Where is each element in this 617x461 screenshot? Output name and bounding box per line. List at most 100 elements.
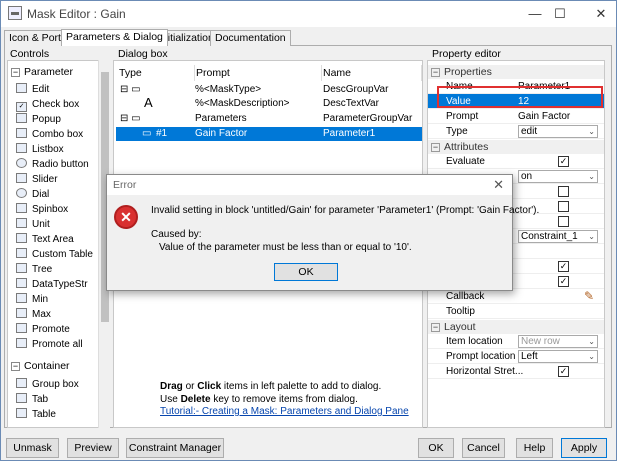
apply-button[interactable]: Apply: [561, 438, 607, 458]
constraint-select[interactable]: Constraint_1 ⌄: [518, 230, 598, 243]
collapse-icon[interactable]: −: [11, 68, 20, 77]
error-close-icon[interactable]: ✕: [493, 177, 504, 193]
type-select[interactable]: edit ⌄: [518, 125, 598, 138]
table-row[interactable]: A %<MaskDescription> DescTextVar: [116, 95, 422, 111]
group-box-icon: ⊟ ▭: [120, 84, 141, 95]
unit-icon: [16, 218, 27, 228]
text-icon: A: [144, 95, 153, 110]
palette-datatypestr[interactable]: DataTypeStr: [16, 278, 88, 292]
palette-radio-button[interactable]: Radio button: [16, 158, 89, 172]
palette-combo-box[interactable]: Combo box: [16, 128, 83, 142]
attr-checkbox[interactable]: [558, 186, 569, 197]
prompt-location-select[interactable]: Left ⌄: [518, 350, 598, 363]
maximize-button[interactable]: ☐: [546, 3, 574, 25]
palette-popup[interactable]: Popup: [16, 113, 61, 127]
attr-checkbox[interactable]: ✓: [558, 261, 569, 272]
pencil-icon[interactable]: ✎: [584, 289, 594, 304]
chevron-down-icon: ⌄: [588, 127, 595, 136]
group-container[interactable]: − Container: [11, 359, 70, 373]
table-row[interactable]: ⊟ ▭ %<MaskType> DescGroupVar: [116, 83, 422, 97]
tab-documentation[interactable]: Documentation: [210, 30, 291, 46]
error-dialog-title: Error: [113, 179, 137, 191]
min-icon: [16, 293, 27, 303]
error-icon: ✕: [114, 205, 138, 229]
palette-dial[interactable]: Dial: [16, 188, 49, 202]
promote-icon: [16, 323, 27, 333]
collapse-icon[interactable]: −: [431, 68, 440, 77]
attr-checkbox[interactable]: [558, 216, 569, 227]
table-row-selected[interactable]: ▭ #1 Gain Factor Parameter1: [116, 127, 422, 141]
group-box-icon: ⊟ ▭: [120, 113, 141, 124]
collapse-icon[interactable]: −: [431, 323, 440, 332]
palette-tab[interactable]: Tab: [16, 393, 48, 407]
error-detail: Value of the parameter must be less than…: [159, 242, 412, 253]
palette-group-box[interactable]: Group box: [16, 378, 79, 392]
controls-palette: − Parameter Edit ✓ Check box Popup Combo b…: [7, 60, 110, 428]
palette-custom-table[interactable]: Custom Table: [16, 248, 93, 262]
palette-max[interactable]: Max: [16, 308, 51, 322]
palette-promote[interactable]: Promote: [16, 323, 70, 337]
item-location-select[interactable]: New row ⌄: [518, 335, 598, 348]
table-row[interactable]: ⊟ ▭ Parameters ParameterGroupVar: [116, 112, 422, 126]
tab-parameters-dialog[interactable]: Parameters & Dialog: [61, 29, 168, 46]
section-attributes[interactable]: − Attributes: [428, 140, 604, 154]
mask-editor-app-icon: [8, 6, 22, 20]
error-message: Invalid setting in block 'untitled/Gain'…: [151, 205, 540, 216]
checkbox-icon: ✓: [16, 102, 27, 112]
attr-checkbox[interactable]: [558, 201, 569, 212]
layout-prompt-location-row[interactable]: Prompt location Left ⌄: [428, 349, 604, 364]
listbox-icon: [16, 143, 27, 153]
tutorial-link[interactable]: Tutorial:- Creating a Mask: Parameters a…: [160, 406, 409, 417]
attr-tooltip-row[interactable]: Tooltip: [428, 304, 604, 319]
palette-spinbox[interactable]: Spinbox: [16, 203, 68, 217]
palette-tree[interactable]: Tree: [16, 263, 52, 277]
cancel-button[interactable]: Cancel: [462, 438, 505, 458]
group-box-icon: [16, 378, 27, 388]
attr-checkbox[interactable]: ✓: [558, 276, 569, 287]
chevron-down-icon: ⌄: [588, 352, 595, 361]
section-layout[interactable]: − Layout: [428, 320, 604, 334]
section-properties[interactable]: − Properties: [428, 65, 604, 79]
ok-button[interactable]: OK: [418, 438, 454, 458]
hint-line-2: Use Delete key to remove items from dial…: [160, 394, 358, 405]
error-ok-button[interactable]: OK: [274, 263, 338, 281]
palette-edit[interactable]: Edit: [16, 83, 49, 97]
minimize-button[interactable]: —: [521, 3, 549, 25]
close-button[interactable]: ✕: [587, 3, 615, 25]
preview-button[interactable]: Preview: [67, 438, 119, 458]
col-prompt[interactable]: Prompt: [196, 65, 322, 81]
attr-evaluate-row[interactable]: Evaluate ✓: [428, 154, 604, 169]
group-parameter[interactable]: − Parameter: [11, 65, 73, 79]
help-button[interactable]: Help: [516, 438, 553, 458]
combo-box-icon: [16, 128, 27, 138]
dial-icon: [16, 188, 27, 198]
layout-horizontal-stretch-row[interactable]: Horizontal Stret... ✓: [428, 364, 604, 379]
constraint-manager-button[interactable]: Constraint Manager: [126, 438, 224, 458]
layout-item-location-row[interactable]: Item location New row ⌄: [428, 334, 604, 349]
prop-prompt-row[interactable]: Prompt Gain Factor: [428, 109, 604, 124]
palette-check-box[interactable]: ✓ Check box: [16, 98, 79, 112]
error-dialog-title-bar: Error ✕: [107, 175, 512, 195]
palette-min[interactable]: Min: [16, 293, 48, 307]
palette-slider[interactable]: Slider: [16, 173, 58, 187]
col-type[interactable]: Type: [119, 65, 195, 81]
popup-icon: [16, 113, 27, 123]
window-title: Mask Editor : Gain: [27, 7, 126, 21]
palette-unit[interactable]: Unit: [16, 218, 50, 232]
palette-table[interactable]: Table: [16, 408, 56, 422]
value-highlight-box: [437, 86, 603, 108]
dialog-box-header: Dialog box: [118, 48, 168, 60]
attr-callback-row[interactable]: Callback ✎: [428, 289, 604, 304]
palette-listbox[interactable]: Listbox: [16, 143, 64, 157]
col-name[interactable]: Name: [323, 65, 422, 81]
horizontal-stretch-checkbox[interactable]: ✓: [558, 366, 569, 377]
tunable-select[interactable]: on ⌄: [518, 170, 598, 183]
collapse-icon[interactable]: −: [431, 143, 440, 152]
collapse-icon[interactable]: −: [11, 362, 20, 371]
prop-type-row[interactable]: Type edit ⌄: [428, 124, 604, 139]
palette-promote-all[interactable]: Promote all: [16, 338, 83, 352]
radio-icon: [16, 158, 27, 168]
palette-text-area[interactable]: Text Area: [16, 233, 74, 247]
evaluate-checkbox[interactable]: ✓: [558, 156, 569, 167]
unmask-button[interactable]: Unmask: [6, 438, 59, 458]
